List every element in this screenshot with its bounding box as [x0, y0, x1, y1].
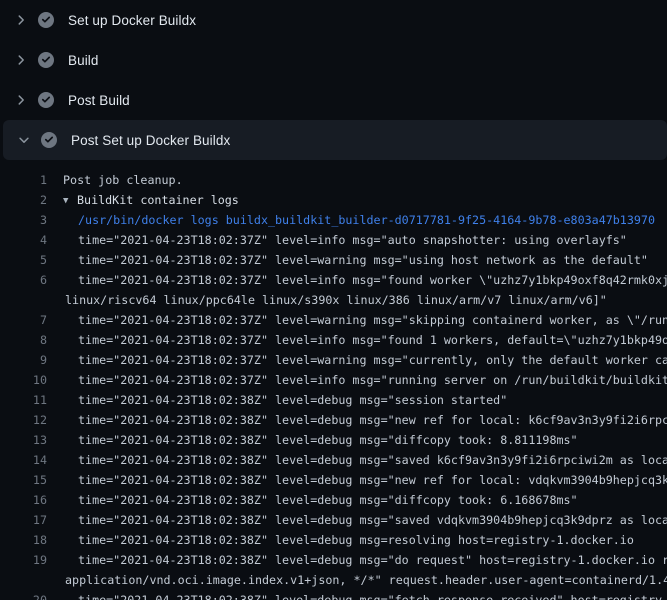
log-line-text: time="2021-04-23T18:02:37Z" level=info m… — [47, 230, 627, 250]
log-line-text: time="2021-04-23T18:02:38Z" level=debug … — [47, 390, 507, 410]
group-toggle-icon[interactable]: ▼ — [63, 191, 77, 211]
log-line-number[interactable]: 7 — [0, 310, 47, 330]
log-line-number — [0, 570, 47, 590]
log-line-text: time="2021-04-23T18:02:37Z" level=warnin… — [47, 310, 667, 330]
log-command-text: /usr/bin/docker logs buildx_buildkit_bui… — [47, 210, 655, 230]
success-check-icon — [38, 52, 54, 68]
log-line: 16time="2021-04-23T18:02:38Z" level=debu… — [0, 490, 667, 510]
log-line-number[interactable]: 17 — [0, 510, 47, 530]
log-line: 17time="2021-04-23T18:02:38Z" level=debu… — [0, 510, 667, 530]
log-line: 4time="2021-04-23T18:02:37Z" level=info … — [0, 230, 667, 250]
log-line-text: time="2021-04-23T18:02:38Z" level=debug … — [47, 590, 667, 600]
log-line: 7time="2021-04-23T18:02:37Z" level=warni… — [0, 310, 667, 330]
log-line-text: time="2021-04-23T18:02:38Z" level=debug … — [47, 410, 667, 430]
log-line: 3/usr/bin/docker logs buildx_buildkit_bu… — [0, 210, 667, 230]
log-line-text: time="2021-04-23T18:02:37Z" level=warnin… — [47, 250, 648, 270]
log-line-text: time="2021-04-23T18:02:38Z" level=debug … — [47, 430, 578, 450]
success-check-icon — [38, 12, 54, 28]
log-line: 10time="2021-04-23T18:02:37Z" level=info… — [0, 370, 667, 390]
log-line: linux/riscv64 linux/ppc64le linux/s390x … — [0, 290, 667, 310]
log-line-text: linux/riscv64 linux/ppc64le linux/s390x … — [47, 290, 607, 310]
log-line: 15time="2021-04-23T18:02:38Z" level=debu… — [0, 470, 667, 490]
log-line: 18time="2021-04-23T18:02:38Z" level=debu… — [0, 530, 667, 550]
step-header-set-up-docker-buildx[interactable]: Set up Docker Buildx — [0, 0, 667, 40]
log-line-number[interactable]: 9 — [0, 350, 47, 370]
log-line-number[interactable]: 3 — [0, 210, 47, 230]
log-line-number[interactable]: 6 — [0, 270, 47, 290]
log-line-text: Post job cleanup. — [47, 170, 183, 190]
step-header-post-set-up-docker-buildx[interactable]: Post Set up Docker Buildx — [3, 120, 667, 160]
log-line: 8time="2021-04-23T18:02:37Z" level=info … — [0, 330, 667, 350]
log-line-number[interactable]: 13 — [0, 430, 47, 450]
log-line-number[interactable]: 1 — [0, 170, 47, 190]
log-line-text: time="2021-04-23T18:02:38Z" level=debug … — [47, 530, 634, 550]
log-line-number[interactable]: 11 — [0, 390, 47, 410]
log-line-text: time="2021-04-23T18:02:38Z" level=debug … — [47, 490, 578, 510]
log-line: 2▼BuildKit container logs — [0, 190, 667, 210]
step-header-build[interactable]: Build — [0, 40, 667, 80]
log-line-text: time="2021-04-23T18:02:37Z" level=info m… — [47, 330, 667, 350]
log-line-number[interactable]: 19 — [0, 550, 47, 570]
log-line-text: time="2021-04-23T18:02:38Z" level=debug … — [47, 450, 667, 470]
log-line-number[interactable]: 5 — [0, 250, 47, 270]
log-line-number — [0, 290, 47, 310]
log-line: 19time="2021-04-23T18:02:38Z" level=debu… — [0, 550, 667, 570]
log-line-number[interactable]: 2 — [0, 190, 47, 210]
log-line-number[interactable]: 4 — [0, 230, 47, 250]
log-line-text: time="2021-04-23T18:02:37Z" level=info m… — [47, 370, 667, 390]
step-label: Build — [68, 53, 99, 68]
group-label[interactable]: BuildKit container logs — [77, 193, 239, 207]
log-line-text: time="2021-04-23T18:02:37Z" level=info m… — [47, 270, 667, 290]
log-line-text: time="2021-04-23T18:02:38Z" level=debug … — [47, 470, 667, 490]
success-check-icon — [41, 132, 57, 148]
log-line-text: time="2021-04-23T18:02:38Z" level=debug … — [47, 550, 667, 570]
log-line-number[interactable]: 8 — [0, 330, 47, 350]
chevron-right-icon[interactable] — [10, 52, 32, 68]
step-label: Set up Docker Buildx — [68, 13, 196, 28]
log-line: 11time="2021-04-23T18:02:38Z" level=debu… — [0, 390, 667, 410]
log-line-text: ▼BuildKit container logs — [47, 190, 239, 210]
log-line-number[interactable]: 10 — [0, 370, 47, 390]
actions-log-viewer: Set up Docker Buildx Build Post Build Post … — [0, 0, 667, 600]
log-line-text: time="2021-04-23T18:02:37Z" level=warnin… — [47, 350, 667, 370]
step-list: Set up Docker Buildx Build Post Build Post … — [0, 0, 667, 160]
chevron-down-icon[interactable] — [13, 132, 35, 148]
log-output: 1Post job cleanup.2▼BuildKit container l… — [0, 170, 667, 600]
chevron-right-icon[interactable] — [10, 92, 32, 108]
log-line-number[interactable]: 16 — [0, 490, 47, 510]
log-line-number[interactable]: 20 — [0, 590, 47, 600]
log-line-number[interactable]: 15 — [0, 470, 47, 490]
log-line: 1Post job cleanup. — [0, 170, 667, 190]
log-line: 14time="2021-04-23T18:02:38Z" level=debu… — [0, 450, 667, 470]
log-line-text: time="2021-04-23T18:02:38Z" level=debug … — [47, 510, 667, 530]
step-label: Post Set up Docker Buildx — [71, 133, 230, 148]
log-line: 9time="2021-04-23T18:02:37Z" level=warni… — [0, 350, 667, 370]
chevron-right-icon[interactable] — [10, 12, 32, 28]
log-line: 20time="2021-04-23T18:02:38Z" level=debu… — [0, 590, 667, 600]
log-line: 12time="2021-04-23T18:02:38Z" level=debu… — [0, 410, 667, 430]
log-line: 13time="2021-04-23T18:02:38Z" level=debu… — [0, 430, 667, 450]
log-line: 5time="2021-04-23T18:02:37Z" level=warni… — [0, 250, 667, 270]
log-line-number[interactable]: 14 — [0, 450, 47, 470]
step-label: Post Build — [68, 93, 130, 108]
log-line-text: application/vnd.oci.image.index.v1+json,… — [47, 570, 667, 590]
log-line: application/vnd.oci.image.index.v1+json,… — [0, 570, 667, 590]
log-line-number[interactable]: 18 — [0, 530, 47, 550]
step-header-post-build[interactable]: Post Build — [0, 80, 667, 120]
log-line: 6time="2021-04-23T18:02:37Z" level=info … — [0, 270, 667, 290]
log-line-number[interactable]: 12 — [0, 410, 47, 430]
success-check-icon — [38, 92, 54, 108]
